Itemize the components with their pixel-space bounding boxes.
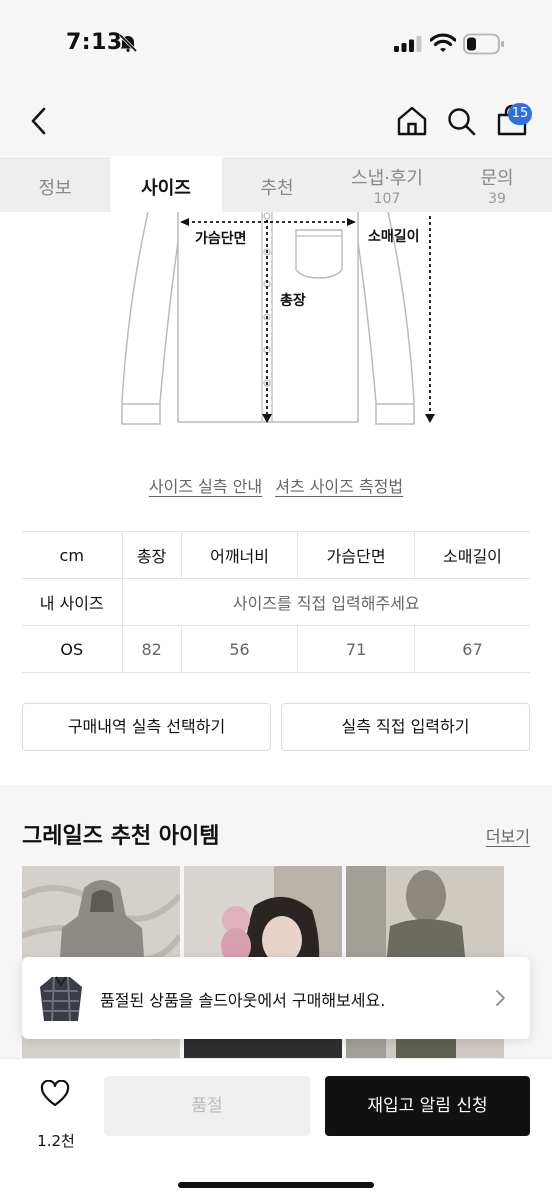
table-cell: 56 <box>180 625 298 673</box>
more-link[interactable]: 더보기 <box>486 823 530 847</box>
table-header-cell: cm <box>22 531 122 579</box>
select-purchase-history-button[interactable]: 구매내역 실측 선택하기 <box>22 703 271 751</box>
tab-label: 문의 <box>480 168 514 189</box>
shirt-measurement-diagram: 가슴단면 소매길이 총장 <box>121 212 435 425</box>
table-row: OS 82 56 71 67 <box>22 625 530 673</box>
my-size-prompt[interactable]: 사이즈를 직접 입력해주세요 <box>121 578 530 626</box>
status-bar: 7:13 <box>0 0 552 90</box>
tab-label: 추천 <box>260 178 294 199</box>
size-table: cm 총장 어깨너비 가슴단면 소매길이 내 사이즈 사이즈를 직접 입력해주세… <box>22 531 530 673</box>
tab-label: 정보 <box>38 178 72 199</box>
silent-bell-icon <box>118 34 138 52</box>
size-name-cell: OS <box>22 625 122 673</box>
back-icon[interactable] <box>28 104 50 138</box>
battery-icon <box>463 33 504 55</box>
recommend-title: 그레일즈 추천 아이템 <box>22 824 220 849</box>
tab-inquiry[interactable]: 문의 39 <box>442 157 552 212</box>
my-size-row[interactable]: 내 사이즈 사이즈를 직접 입력해주세요 <box>22 578 530 626</box>
soldout-banner-text: 품절된 상품을 솔드아웃에서 구매해보세요. <box>100 991 386 1010</box>
chest-label: 가슴단면 <box>195 230 247 247</box>
heart-icon[interactable] <box>40 1080 70 1108</box>
chevron-right-icon <box>496 990 505 1006</box>
soldout-button: 품절 <box>104 1076 310 1136</box>
table-cell: 71 <box>297 625 415 673</box>
table-header-cell: 어깨너비 <box>180 531 298 579</box>
table-cell: 82 <box>121 625 182 673</box>
table-header-cell: 총장 <box>121 531 182 579</box>
tab-label: 사이즈 <box>141 178 191 199</box>
status-time: 7:13 <box>66 30 123 55</box>
flannel-shirt-thumbnail <box>40 976 82 1022</box>
table-header-cell: 소매길이 <box>413 531 530 579</box>
home-icon[interactable] <box>396 104 428 138</box>
top-nav <box>0 90 552 156</box>
length-label: 총장 <box>280 292 306 309</box>
table-header-cell: 가슴단면 <box>297 531 415 579</box>
home-indicator <box>178 1182 374 1188</box>
size-guide-links: 사이즈 실측 안내 셔츠 사이즈 측정법 <box>0 473 552 497</box>
cart-count-badge: 15 <box>508 103 532 125</box>
soldout-banner[interactable]: 품절된 상품을 솔드아웃에서 구매해보세요. <box>22 957 530 1039</box>
table-header-row: cm 총장 어깨너비 가슴단면 소매길이 <box>22 531 530 579</box>
sleeve-label: 소매길이 <box>368 228 420 245</box>
tab-label: 스냅·후기 <box>351 168 423 189</box>
table-cell: 67 <box>413 625 530 673</box>
tab-count: 107 <box>373 191 401 207</box>
wifi-icon <box>430 33 456 52</box>
cellular-signal-icon <box>394 36 422 52</box>
tab-size[interactable]: 사이즈 <box>110 157 222 212</box>
search-icon[interactable] <box>446 104 478 138</box>
tab-snap-review[interactable]: 스냅·후기 107 <box>332 157 442 212</box>
shirt-measure-link[interactable]: 셔츠 사이즈 측정법 <box>275 477 403 496</box>
my-size-label: 내 사이즈 <box>22 578 122 626</box>
tab-recommend[interactable]: 추천 <box>222 157 332 212</box>
like-count: 1.2천 <box>37 1132 75 1150</box>
tab-count: 39 <box>488 191 506 207</box>
size-guide-link[interactable]: 사이즈 실측 안내 <box>149 477 262 496</box>
direct-input-button[interactable]: 실측 직접 입력하기 <box>281 703 530 751</box>
product-tabs: 정보 사이즈 추천 스냅·후기 107 문의 39 <box>0 157 552 212</box>
restock-alert-button[interactable]: 재입고 알림 신청 <box>325 1076 530 1136</box>
tab-info[interactable]: 정보 <box>0 157 110 212</box>
